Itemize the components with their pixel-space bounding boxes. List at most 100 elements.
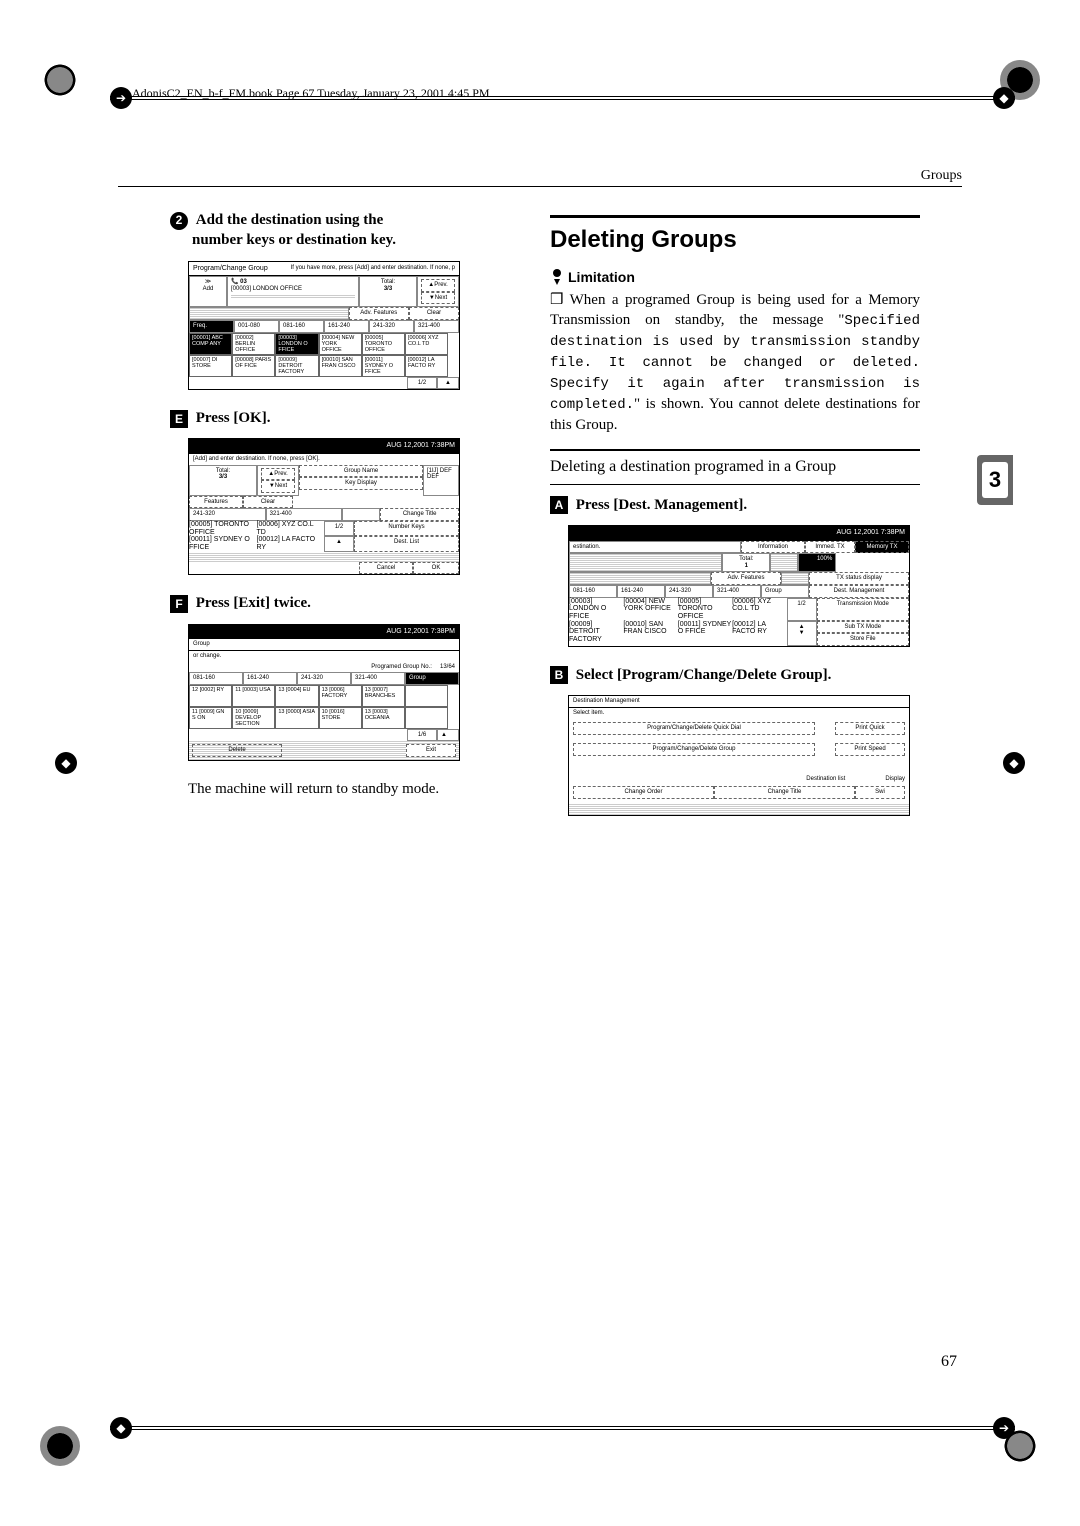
lightbulb-down-icon <box>550 268 564 286</box>
screenA-hint: If you have more, press [Add] and enter … <box>291 265 455 273</box>
screenD-tab: Group <box>761 585 809 598</box>
step-letter-f: F <box>170 595 188 613</box>
step-letter-a: A <box>550 496 568 514</box>
screenC-cell <box>405 707 448 729</box>
screenA-next: ▼Next <box>421 292 455 305</box>
screenD-cell: [00005] TORONTO OFFICE <box>678 598 732 621</box>
screenA-total-label: Total: <box>381 279 395 285</box>
screenC-exit: Exit <box>406 744 456 757</box>
screenshot-dest-management: AUG 12,2001 7:38PM estination. Informati… <box>568 525 910 647</box>
left-column: 2 Add the destination using the number k… <box>170 210 520 799</box>
screenC-cell: 10 [0016] STORE <box>319 707 362 729</box>
chapter-tab: 3 <box>977 455 1013 505</box>
screenB-changetitle: Change Title <box>380 508 459 521</box>
screenB-groupname: Group Name <box>299 465 423 478</box>
screenE-swi: Swi <box>855 786 905 799</box>
step-A: A Press [Dest. Management]. <box>550 495 920 515</box>
screenB-cell: [00012] LA FACTO RY <box>257 536 325 551</box>
limitation-heading: Limitation <box>550 268 920 286</box>
screenA-cell: [00010] SAN FRAN CISCO <box>319 355 362 377</box>
screenD-total-val: 1 <box>745 563 748 569</box>
screenB-total-val: 3/3 <box>219 474 227 480</box>
screenD-tab: 161-240 <box>617 585 665 598</box>
page-number: 67 <box>941 1353 957 1371</box>
screenE-display: Display <box>885 776 905 783</box>
deleting-groups-title: Deleting Groups <box>550 215 920 254</box>
screenshot-program-change-group: Program/Change GroupIf you have more, pr… <box>188 261 460 391</box>
screenD-info: Information <box>741 541 805 554</box>
screenB-prev: ▲Prev. <box>261 468 295 481</box>
screenB-cell: [00011] SYDNEY O FFICE <box>189 536 257 551</box>
screenC-proglabel: Programed Group No.: <box>367 662 436 673</box>
screenC-cell: 10 [0009] DEVELOP SECTION <box>232 707 275 729</box>
step-2-text-a: Add the destination using the <box>196 212 384 228</box>
screenC-cell: 11 [0009] GN S ON <box>189 707 232 729</box>
screenE-printspeed: Print Speed <box>835 743 905 756</box>
screenD-transmode: Transmission Mode <box>817 598 909 621</box>
screenC-cell: 11 [0003] USA <box>232 685 275 707</box>
screenB-destlist: Dest. List <box>354 536 459 551</box>
screenB-next: ▼Next <box>261 480 295 493</box>
screenC-tab: 081-160 <box>189 672 243 685</box>
screenC-cell: 13 [0000] ASIA <box>275 707 318 729</box>
step-bullet-2: 2 <box>170 212 188 230</box>
screenC-timestamp: AUG 12,2001 7:38PM <box>387 628 456 636</box>
footer-arrow-right-icon: ➔ <box>993 1417 1015 1439</box>
screenB-pager: 1/2 <box>324 521 354 536</box>
step-letter-e: E <box>170 410 188 428</box>
limitation-label: Limitation <box>568 269 635 285</box>
screenD-cell: [00011] SYDNEY O FFICE <box>678 621 732 646</box>
screenB-abc: [1Ĳ] DEF <box>427 468 452 474</box>
screenA-tab-freq: Freq. <box>189 320 234 333</box>
screenE-select: Select item. <box>569 708 909 719</box>
screenA-group-no: 03 <box>240 279 247 285</box>
screenB-cancel: Cancel <box>359 562 413 575</box>
screenC-tab: 241-320 <box>297 672 351 685</box>
screenC-hint: or change. <box>189 651 459 662</box>
screenB-numkeys: Number Keys <box>354 521 459 536</box>
screenshot-destination-management-menu: Destination Management Select item. Prog… <box>568 695 910 816</box>
footer-rule: ◆ ➔ <box>110 1426 1015 1430</box>
screenB-def: DEF <box>427 474 439 480</box>
screenD-tab: 241-320 <box>665 585 713 598</box>
screenB-total-label: Total: <box>216 468 230 474</box>
screenD-cell: [00006] XYZ CO.L TD <box>732 598 786 621</box>
screenA-cell: [00009] DETROIT FACTORY <box>275 355 318 377</box>
screenD-adv: Adv. Features <box>711 572 781 585</box>
footer-arrow-left-icon: ◆ <box>110 1417 132 1439</box>
screenD-pager: 1/2 <box>787 598 817 621</box>
step-B: B Select [Program/Change/Delete Group]. <box>550 665 920 685</box>
right-guide-icon: ◆ <box>1003 752 1025 774</box>
screenC-progval: 13/64 <box>436 662 459 673</box>
screenA-group-line: [00003] LONDON OFFICE <box>231 286 302 292</box>
screenB-cell: [00005] TORONTO OFFICE <box>189 521 257 536</box>
screenC-cell: 13 [0006] FACTORY <box>319 685 362 707</box>
screenA-tab-1: 001-080 <box>234 320 279 333</box>
screenshot-group-list: AUG 12,2001 7:38PM Group or change. Prog… <box>188 624 460 761</box>
registration-mark <box>40 60 80 100</box>
screenC-tab: 321-400 <box>351 672 405 685</box>
step-2-text-b: number keys or destination key. <box>192 232 396 248</box>
screenA-cell: [00008] PARIS OF FICE <box>232 355 275 377</box>
screenC-cell: 13 [0003] OCEANIA <box>362 707 405 729</box>
book-info: AdonisC2_EN_b-f_FM.book Page 67 Tuesday,… <box>132 86 490 101</box>
screenA-cell: [00001] ABC COMP ANY <box>189 333 232 355</box>
screenA-clear: Clear <box>409 307 459 320</box>
screenD-cell: [00010] SAN FRAN CISCO <box>623 621 677 646</box>
step-6-text: Press [Exit] twice. <box>196 595 311 611</box>
screenE-changetitle: Change Title <box>714 786 855 799</box>
screenD-txstatus: TX status display <box>809 572 909 585</box>
screenA-add: Add <box>203 286 214 292</box>
step-5-text: Press [OK]. <box>196 410 271 426</box>
section-label: Groups <box>921 168 962 184</box>
screenA-total-val: 3/3 <box>384 286 392 292</box>
screenD-immed: Immed. TX <box>805 541 855 554</box>
screenB-tab-1: 321-400 <box>266 508 343 521</box>
screenA-adv: Adv. Features <box>349 307 410 320</box>
screenA-tab-3: 161-240 <box>324 320 369 333</box>
screenshot-add-destination: AUG 12,2001 7:38PM [Add] and enter desti… <box>188 438 460 575</box>
screenB-tab-0: 241-320 <box>189 508 266 521</box>
screenA-cell: [00006] XYZ CO.L TD <box>405 333 448 355</box>
screenC-cell: 13 [0007] BRANCHES <box>362 685 405 707</box>
screenB-ok: OK <box>413 562 459 575</box>
